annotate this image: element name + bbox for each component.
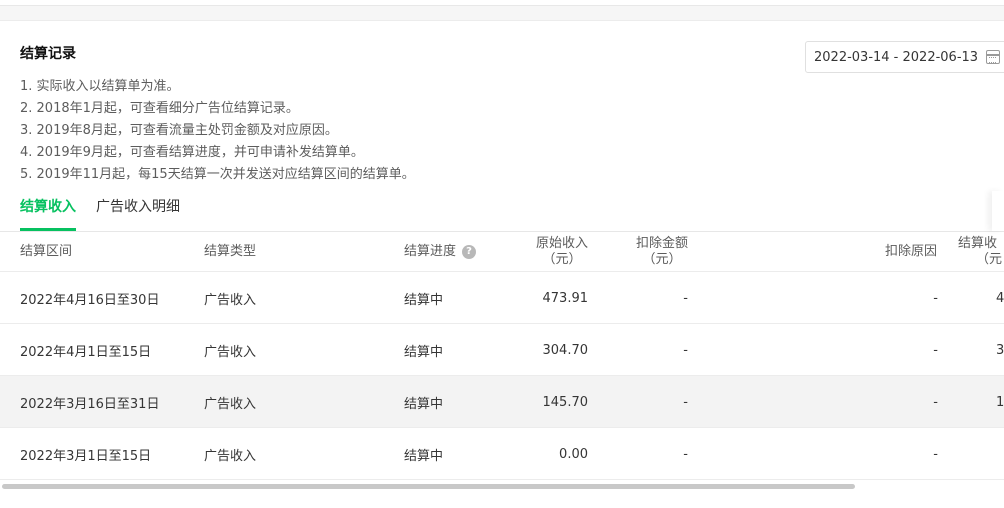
settlement-table: 结算区间 结算类型 结算进度 ? 原始收入 （元） 扣除金额 （元） 扣除原因 … <box>0 232 1004 480</box>
cell-original: 0.00 <box>559 446 588 462</box>
cell-settled: 1 <box>996 394 1004 410</box>
cell-settled: 3 <box>996 342 1004 358</box>
horizontal-scrollbar[interactable] <box>0 483 1004 491</box>
cell-deduction: - <box>683 394 688 410</box>
cell-period: 2022年4月16日至30日 <box>20 292 160 308</box>
header-settled-line1: 结算收 <box>958 236 998 251</box>
note-item: 1. 实际收入以结算单为准。 <box>20 79 180 94</box>
cell-reason: - <box>933 342 938 358</box>
cell-deduction: - <box>683 446 688 462</box>
header-original-income: 原始收入 （元） <box>530 232 594 272</box>
header-period: 结算区间 <box>20 244 73 259</box>
cell-settled: 4 <box>996 290 1004 306</box>
date-range-picker[interactable]: 2022-03-14 - 2022-06-13 <box>805 41 1004 73</box>
header-type: 结算类型 <box>204 244 257 259</box>
header-deduction-line2: （元） <box>642 252 682 267</box>
cell-original: 145.70 <box>542 394 589 410</box>
header-settled-line2: （元 <box>976 252 1003 267</box>
header-settled-income: 结算收 （元 <box>958 232 1004 272</box>
help-icon[interactable]: ? <box>462 245 477 259</box>
table-header: 结算区间 结算类型 结算进度 ? 原始收入 （元） 扣除金额 （元） 扣除原因 … <box>0 232 1004 272</box>
top-strip <box>0 0 1004 20</box>
table-right-shadow <box>992 191 1004 231</box>
header-progress-label: 结算进度 <box>404 244 457 259</box>
cell-period: 2022年3月1日至15日 <box>20 448 152 464</box>
header-original-income-line1: 原始收入 <box>535 236 588 251</box>
header-reason: 扣除原因 <box>885 244 938 259</box>
header-progress: 结算进度 ? <box>404 232 477 272</box>
table-row[interactable]: 2022年3月16日至31日 广告收入 结算中 145.70 - - 1 <box>0 376 1004 428</box>
cell-original: 473.91 <box>542 290 589 306</box>
tab-ad-income-detail[interactable]: 广告收入明细 <box>96 197 180 231</box>
scrollbar-thumb[interactable] <box>2 484 855 489</box>
note-item: 5. 2019年11月起，每15天结算一次并发送对应结算区间的结算单。 <box>20 167 415 182</box>
cell-type: 广告收入 <box>204 344 257 360</box>
cell-progress: 结算中 <box>404 292 444 308</box>
cell-original: 304.70 <box>542 342 589 358</box>
note-item: 2. 2018年1月起，可查看细分广告位结算记录。 <box>20 101 299 116</box>
cell-type: 广告收入 <box>204 448 257 464</box>
notes-list: 1. 实际收入以结算单为准。 2. 2018年1月起，可查看细分广告位结算记录。… <box>20 76 415 186</box>
cell-reason: - <box>933 394 938 410</box>
table-row[interactable]: 2022年4月1日至15日 广告收入 结算中 304.70 - - 3 <box>0 324 1004 376</box>
tab-bar: 结算收入 广告收入明细 <box>0 188 1004 232</box>
cell-period: 2022年3月16日至31日 <box>20 396 160 412</box>
cell-period: 2022年4月1日至15日 <box>20 344 152 360</box>
cell-type: 广告收入 <box>204 396 257 412</box>
page-title: 结算记录 <box>20 46 76 62</box>
table-row[interactable]: 2022年4月16日至30日 广告收入 结算中 473.91 - - 4 <box>0 272 1004 324</box>
note-item: 3. 2019年8月起，可查看流量主处罚金额及对应原因。 <box>20 123 338 138</box>
calendar-icon[interactable] <box>986 50 1000 64</box>
settlement-panel: 结算记录 2022-03-14 - 2022-06-13 1. 实际收入以结算单… <box>0 20 1004 508</box>
cell-progress: 结算中 <box>404 396 444 412</box>
cell-deduction: - <box>683 290 688 306</box>
cell-progress: 结算中 <box>404 344 444 360</box>
cell-reason: - <box>933 446 938 462</box>
header-original-income-line2: （元） <box>542 252 582 267</box>
header-deduction-line1: 扣除金额 <box>635 236 688 251</box>
cell-progress: 结算中 <box>404 448 444 464</box>
header-deduction: 扣除金额 （元） <box>630 232 694 272</box>
date-range-value: 2022-03-14 - 2022-06-13 <box>814 49 979 65</box>
cell-deduction: - <box>683 342 688 358</box>
table-row[interactable]: 2022年3月1日至15日 广告收入 结算中 0.00 - - <box>0 428 1004 480</box>
cell-type: 广告收入 <box>204 292 257 308</box>
note-item: 4. 2019年9月起，可查看结算进度，并可申请补发结算单。 <box>20 145 364 160</box>
cell-reason: - <box>933 290 938 306</box>
tab-settlement-income[interactable]: 结算收入 <box>20 197 76 231</box>
